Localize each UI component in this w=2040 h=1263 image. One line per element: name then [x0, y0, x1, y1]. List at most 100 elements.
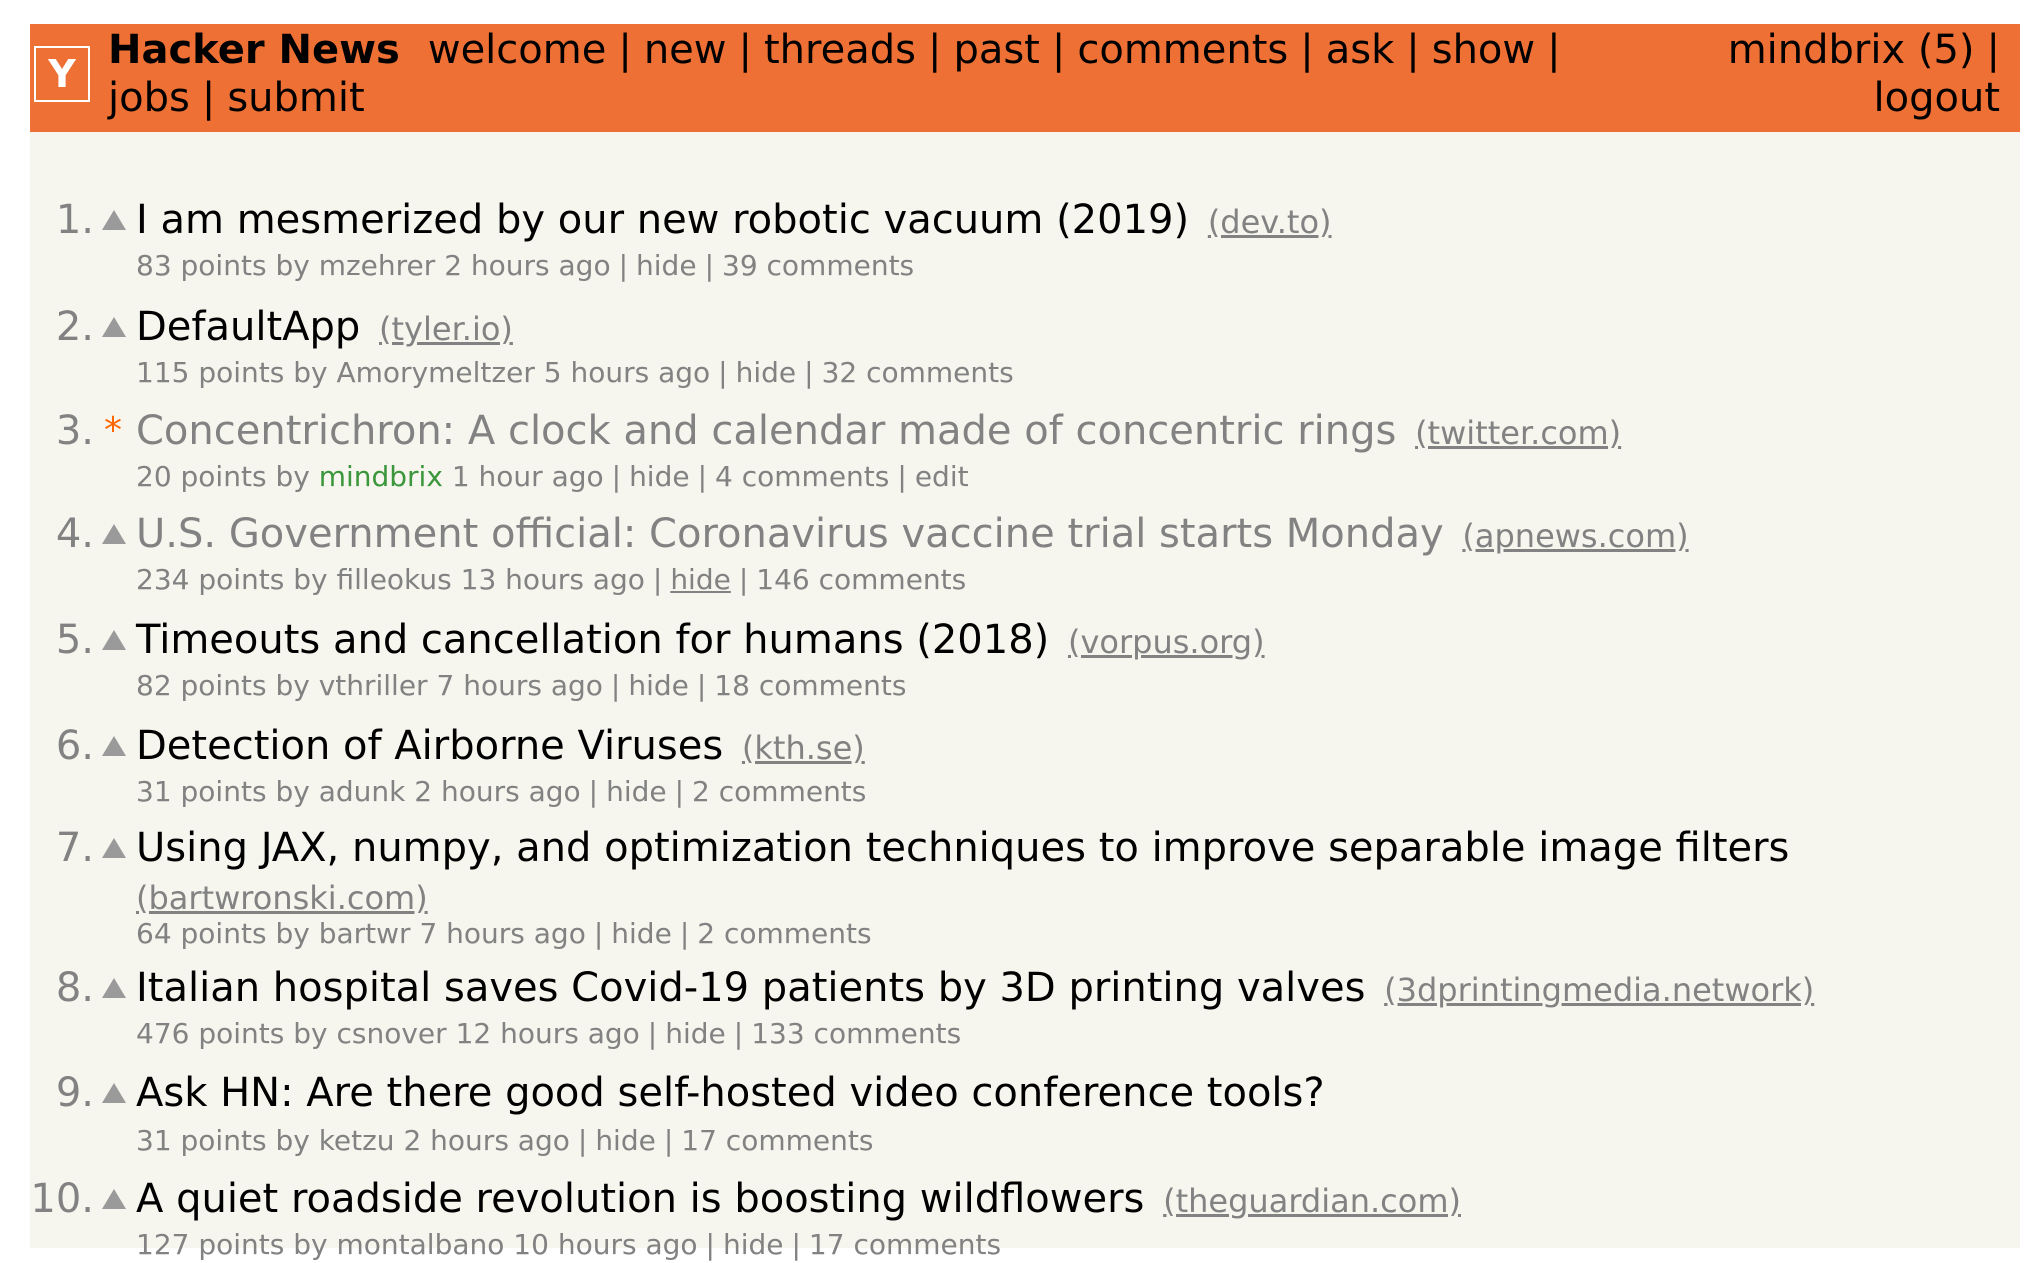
story-domain-link[interactable]: (vorpus.org)	[1068, 623, 1265, 661]
story-hide-link[interactable]: hide	[636, 249, 697, 282]
story-rank: 7.	[55, 825, 94, 871]
upvote-arrow-icon[interactable]	[102, 200, 126, 240]
nav-show[interactable]: show	[1432, 27, 1535, 73]
nav-new[interactable]: new	[644, 27, 727, 73]
story-comments-link[interactable]: 2 comments	[697, 917, 871, 950]
story-user-link[interactable]: Amorymeltzer	[337, 356, 535, 389]
story-title-link[interactable]: Using JAX, numpy, and optimization techn…	[136, 825, 1789, 871]
story-hide-link[interactable]: hide	[736, 356, 797, 389]
nav-threads[interactable]: threads	[764, 27, 916, 73]
story-comments-link[interactable]: 18 comments	[714, 669, 906, 702]
story-age-link[interactable]: 2 hours ago	[414, 775, 580, 808]
nav-jobs[interactable]: jobs	[108, 75, 190, 121]
story-age-link[interactable]: 2 hours ago	[444, 249, 610, 282]
upvote-arrow-icon[interactable]	[102, 828, 126, 868]
story-points: 31 points	[136, 775, 267, 808]
story-age-link[interactable]: 13 hours ago	[461, 563, 645, 596]
story-title-link[interactable]: A quiet roadside revolution is boosting …	[136, 1176, 1144, 1222]
story-by: by	[275, 669, 310, 702]
story-hide-link[interactable]: hide	[628, 669, 689, 702]
story-hide-link[interactable]: hide	[611, 917, 672, 950]
story-user-link[interactable]: ketzu	[319, 1124, 395, 1157]
story-domain-link[interactable]: (3dprintingmedia.network)	[1384, 971, 1814, 1009]
story-comments-link[interactable]: 146 comments	[756, 563, 966, 596]
story-title-link[interactable]: Ask HN: Are there good self-hosted video…	[136, 1070, 1325, 1116]
story-age-link[interactable]: 1 hour ago	[452, 460, 604, 493]
upvote-arrow-icon[interactable]	[102, 1179, 126, 1219]
story-age-link[interactable]: 10 hours ago	[513, 1228, 697, 1261]
story-hide-link[interactable]: hide	[629, 460, 690, 493]
story-title-link[interactable]: Concentrichron: A clock and calendar mad…	[136, 408, 1396, 454]
story-title-link[interactable]: Italian hospital saves Covid-19 patients…	[136, 965, 1365, 1011]
story-comments-link[interactable]: 4 comments	[715, 460, 889, 493]
story-points: 115 points	[136, 356, 285, 389]
story-title-link[interactable]: I am mesmerized by our new robotic vacuu…	[136, 197, 1189, 243]
story-age-link[interactable]: 12 hours ago	[456, 1017, 640, 1050]
nav-separator: |	[927, 27, 942, 73]
story-comments-link[interactable]: 17 comments	[681, 1124, 873, 1157]
upvote-arrow-icon[interactable]	[102, 514, 126, 554]
nav-submit[interactable]: submit	[227, 75, 364, 121]
y-logo-icon[interactable]: Y	[34, 46, 90, 102]
story-hide-link[interactable]: hide	[723, 1228, 784, 1261]
story-hide-link[interactable]: hide	[606, 775, 667, 808]
story-domain-link[interactable]: (twitter.com)	[1415, 414, 1621, 452]
story-user-link[interactable]: mzehrer	[319, 249, 436, 282]
story-rank: 8.	[55, 965, 94, 1011]
story-hide-link[interactable]: hide	[670, 563, 731, 596]
story-rank: 9.	[55, 1070, 94, 1116]
upvote-arrow-icon[interactable]	[102, 620, 126, 660]
nav-separator: |	[1300, 27, 1314, 73]
story-user-link[interactable]: bartwr	[319, 917, 411, 950]
story-titleline: U.S. Government official: Coronavirus va…	[136, 510, 1996, 560]
story-comments-link[interactable]: 133 comments	[751, 1017, 961, 1050]
story-points: 64 points	[136, 917, 267, 950]
nav-welcome[interactable]: welcome	[428, 27, 606, 73]
story-title-link[interactable]: Detection of Airborne Viruses	[136, 723, 723, 769]
story-user-link[interactable]: vthriller	[319, 669, 428, 702]
story-domain-link[interactable]: (theguardian.com)	[1163, 1182, 1461, 1220]
story-domain-link[interactable]: (dev.to)	[1208, 203, 1332, 241]
story-comments-link[interactable]: 2 comments	[692, 775, 866, 808]
own-story-marker-icon: *	[104, 410, 122, 451]
upvote-arrow-icon[interactable]	[102, 968, 126, 1008]
nav-separator: |	[1986, 27, 2000, 73]
story-age-link[interactable]: 7 hours ago	[436, 669, 602, 702]
nav-separator: |	[1051, 27, 1066, 73]
upvote-arrow-icon[interactable]	[102, 307, 126, 347]
story-domain-link[interactable]: (apnews.com)	[1462, 517, 1688, 555]
story-age-link[interactable]: 2 hours ago	[403, 1124, 569, 1157]
story-title-link[interactable]: U.S. Government official: Coronavirus va…	[136, 511, 1444, 557]
story-domain-link[interactable]: (bartwronski.com)	[136, 879, 428, 917]
story-age-link[interactable]: 5 hours ago	[544, 356, 710, 389]
site-name-link[interactable]: Hacker News	[108, 27, 400, 73]
nav-comments[interactable]: comments	[1077, 27, 1288, 73]
story-user-link[interactable]: adunk	[319, 775, 406, 808]
story-user-link[interactable]: montalbano	[337, 1228, 505, 1261]
story-title-link[interactable]: DefaultApp	[136, 304, 360, 350]
story-user-link[interactable]: mindbrix	[319, 460, 443, 493]
upvote-arrow-icon[interactable]	[102, 1073, 126, 1113]
story-by: by	[293, 356, 328, 389]
story-age-link[interactable]: 7 hours ago	[419, 917, 585, 950]
story-rank: 3.	[55, 408, 94, 454]
upvote-arrow-icon[interactable]	[102, 726, 126, 766]
story-user-link[interactable]: filleokus	[337, 563, 452, 596]
user-profile-link[interactable]: mindbrix (5)	[1728, 27, 1975, 73]
nav-past[interactable]: past	[953, 27, 1039, 73]
logout-link[interactable]: logout	[1874, 75, 2000, 121]
story-hide-link[interactable]: hide	[665, 1017, 726, 1050]
story-titleline: Using JAX, numpy, and optimization techn…	[136, 824, 1996, 922]
story-user-link[interactable]: csnover	[337, 1017, 447, 1050]
story-comments-link[interactable]: 32 comments	[822, 356, 1014, 389]
story-subtext: 82 points by vthriller 7 hours ago | hide |…	[136, 669, 907, 702]
nav-ask[interactable]: ask	[1326, 27, 1395, 73]
story-title-link[interactable]: Timeouts and cancellation for humans (20…	[136, 617, 1049, 663]
story-hide-link[interactable]: hide	[595, 1124, 656, 1157]
story-rank: 4.	[55, 511, 94, 557]
story-domain-link[interactable]: (kth.se)	[742, 729, 865, 767]
story-comments-link[interactable]: 39 comments	[722, 249, 914, 282]
story-edit-link[interactable]: edit	[915, 460, 969, 493]
story-domain-link[interactable]: (tyler.io)	[379, 310, 513, 348]
story-comments-link[interactable]: 17 comments	[809, 1228, 1001, 1261]
